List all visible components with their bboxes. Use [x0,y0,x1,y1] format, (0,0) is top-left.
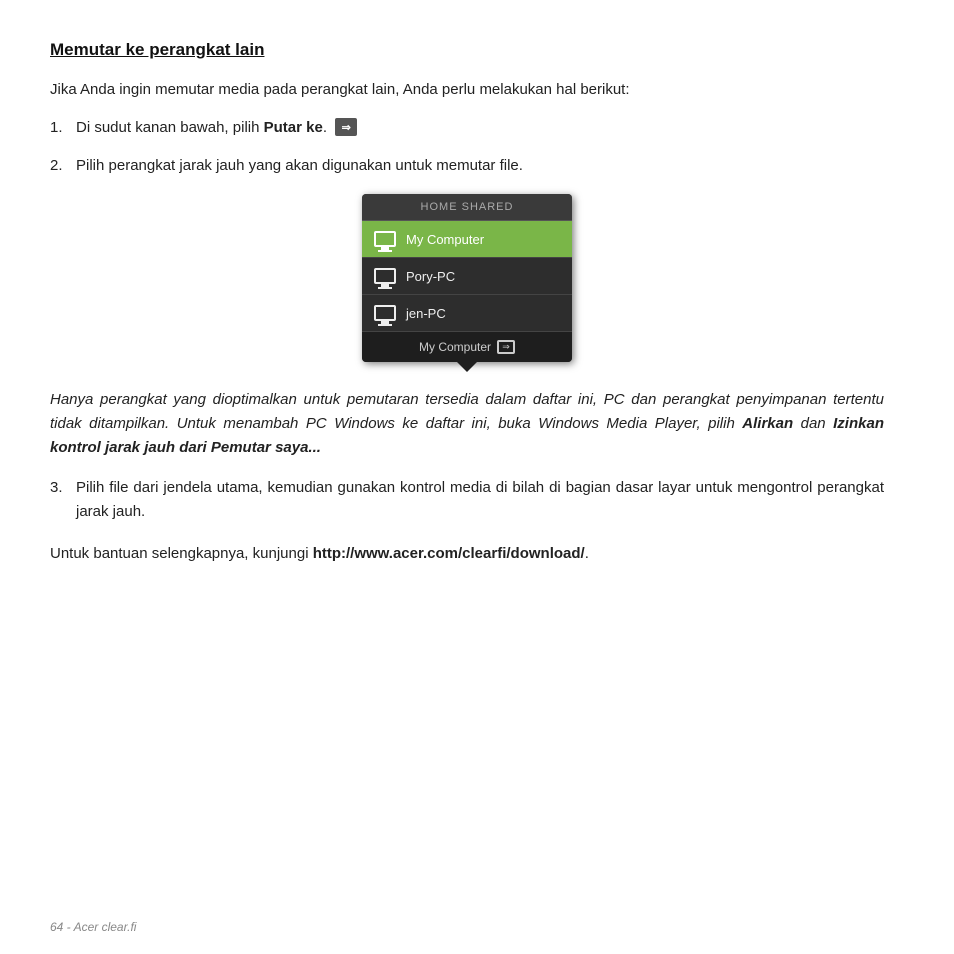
play-to-icon [335,118,357,136]
intro-paragraph: Jika Anda ingin memutar media pada peran… [50,78,884,102]
popup-item-jen-pc[interactable]: jen-PC [362,295,572,332]
device-popup: HOME SHARED My Computer Pory-PC jen-PC [362,194,572,362]
popup-item-pory-pc[interactable]: Pory-PC [362,258,572,295]
step-2-text: Pilih perangkat jarak jauh yang akan dig… [76,154,884,178]
computer-icon-3 [374,305,396,321]
footer-play-to-icon [497,340,515,354]
popup-tail [457,362,477,372]
step-1-text: Di sudut kanan bawah, pilih Putar ke. [76,116,884,140]
computer-icon-2 [374,268,396,284]
step-3-number: 3. [50,476,76,500]
popup-item-label-3: jen-PC [406,306,446,321]
footer-link: http://www.acer.com/clearfi/download/ [313,545,585,562]
note-bold-1: Alirkan [742,415,793,432]
page-footer: 64 - Acer clear.fi [50,920,136,934]
footer-paragraph: Untuk bantuan selengkapnya, kunjungi htt… [50,542,884,566]
popup-header: HOME SHARED [362,194,572,221]
popup-footer: My Computer [362,332,572,362]
device-popup-wrapper: HOME SHARED My Computer Pory-PC jen-PC [50,194,884,372]
popup-footer-label: My Computer [419,340,491,354]
note-paragraph: Hanya perangkat yang dioptimalkan untuk … [50,388,884,460]
page-title: Memutar ke perangkat lain [50,40,884,60]
step-3-text: Pilih file dari jendela utama, kemudian … [76,476,884,524]
popup-item-label-1: My Computer [406,232,484,247]
popup-item-label-2: Pory-PC [406,269,455,284]
step-2-number: 2. [50,154,76,178]
step-1-number: 1. [50,116,76,140]
popup-item-my-computer[interactable]: My Computer [362,221,572,258]
step-2: 2. Pilih perangkat jarak jauh yang akan … [50,154,884,460]
computer-icon-1 [374,231,396,247]
step-3: 3. Pilih file dari jendela utama, kemudi… [50,476,884,524]
step-1: 1. Di sudut kanan bawah, pilih Putar ke. [50,116,884,140]
